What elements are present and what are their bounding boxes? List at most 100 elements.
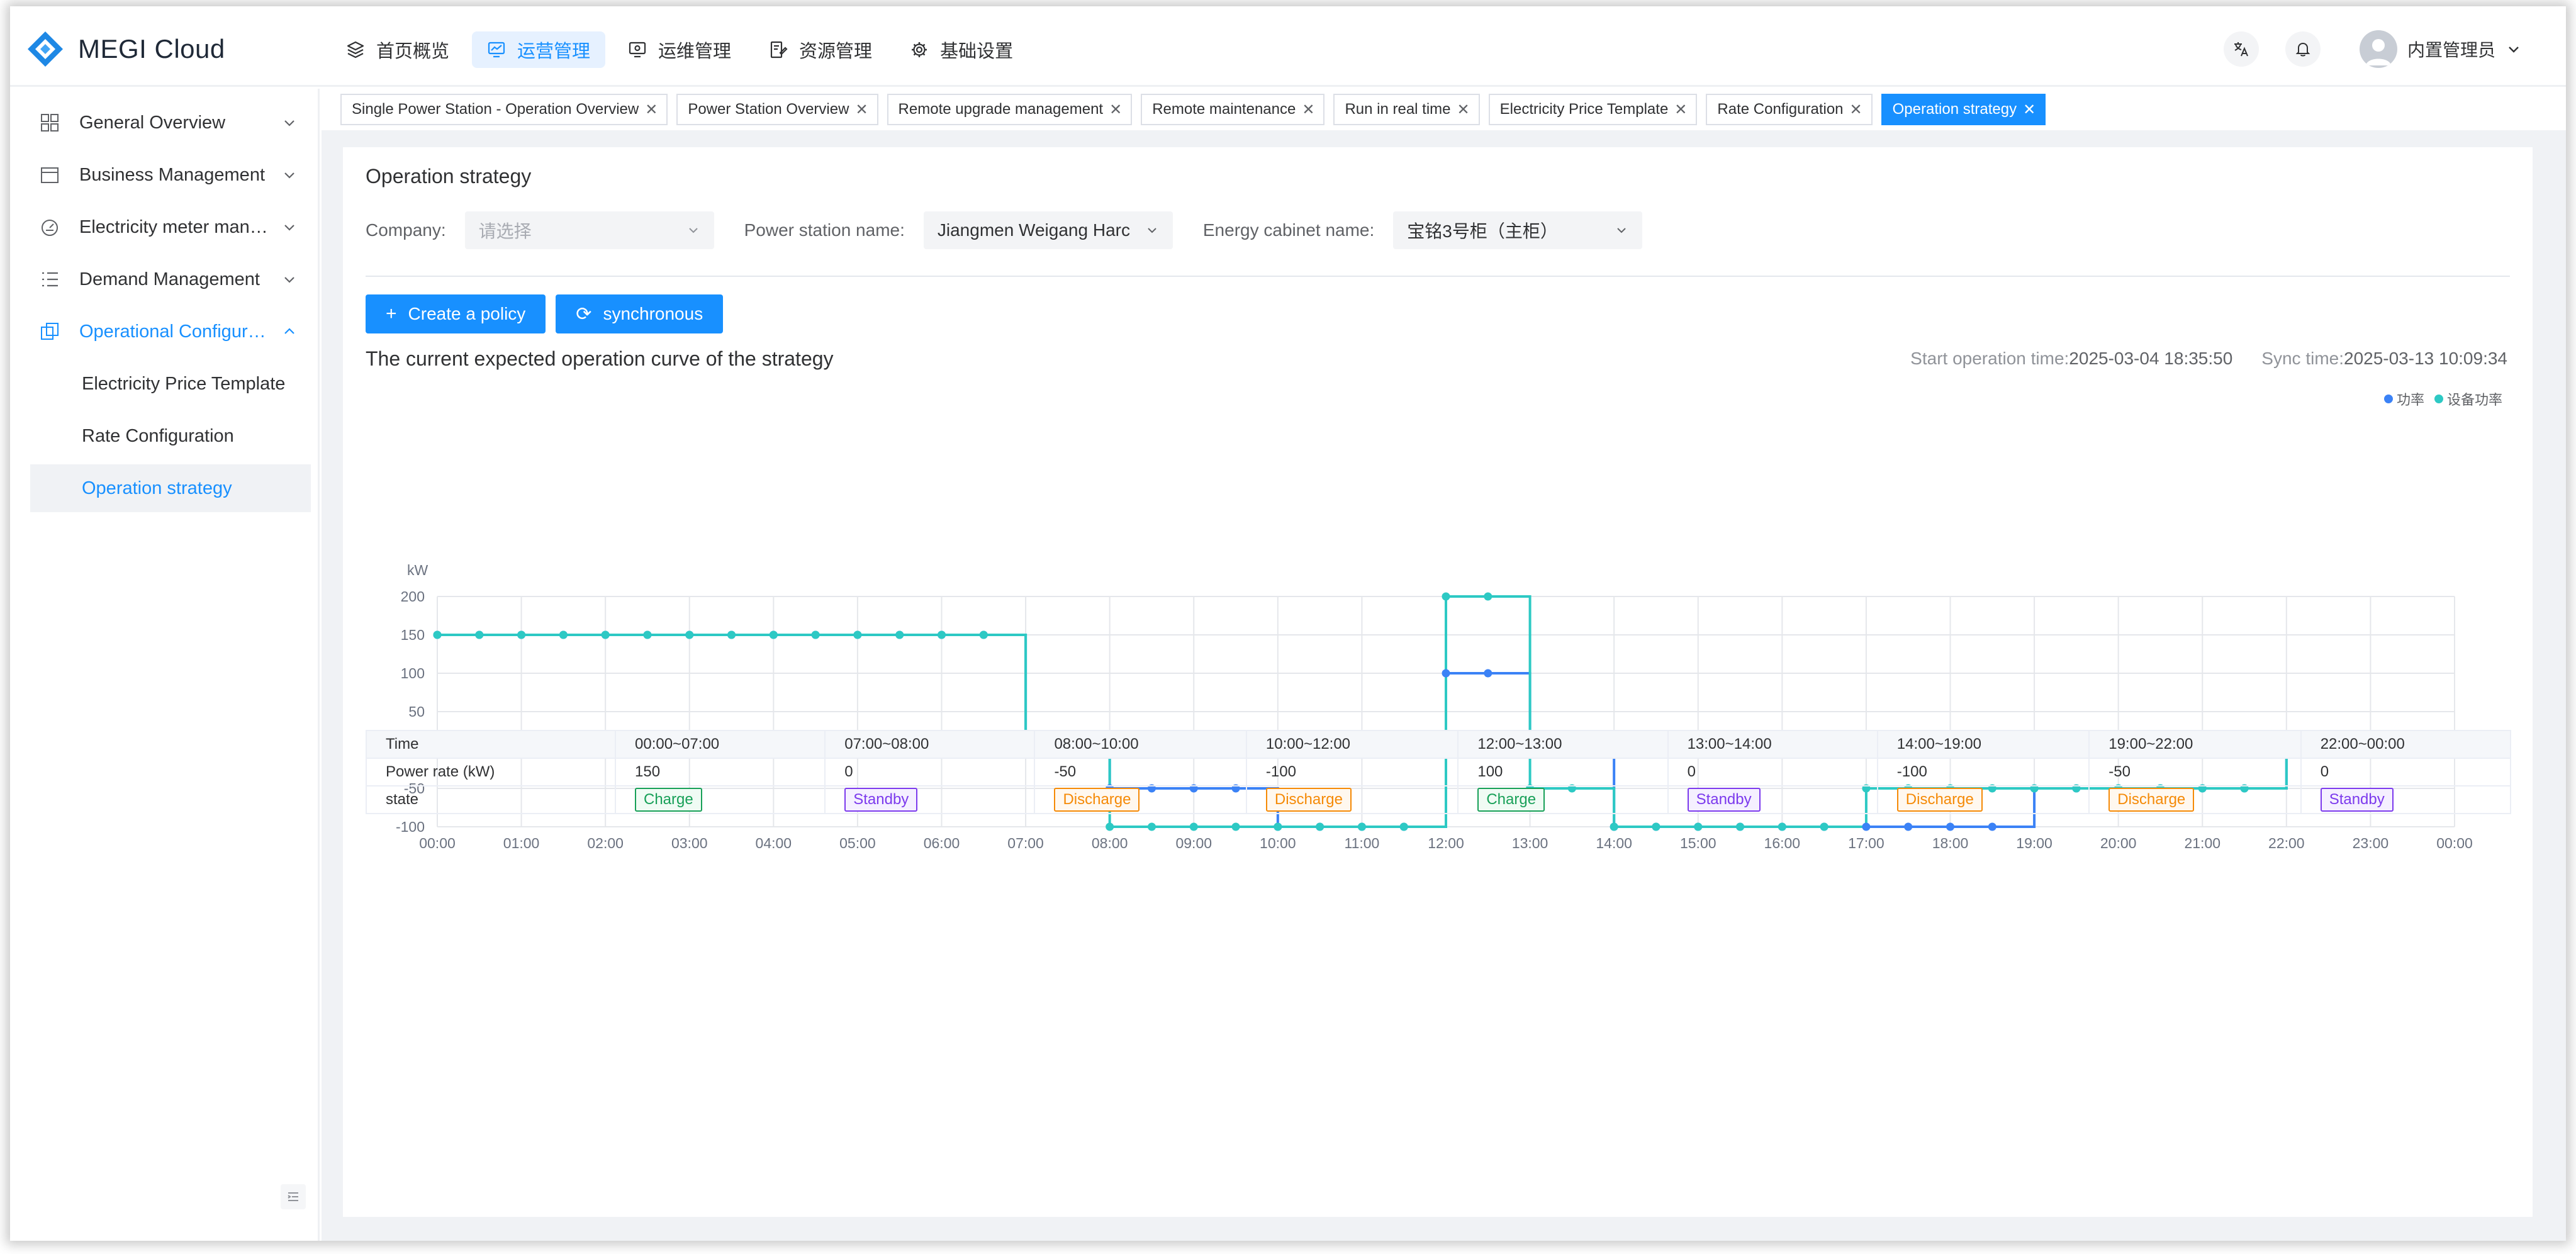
topnav-resources[interactable]: 资源管理 — [754, 31, 887, 68]
chevron-down-icon — [1148, 228, 1156, 233]
status-badge: Discharge — [1896, 788, 1983, 812]
series-2-point — [727, 630, 736, 639]
x-tick-label: 10:00 — [1260, 835, 1296, 851]
topnav-label: 运维管理 — [658, 42, 732, 62]
tab-operation-strategy[interactable]: Operation strategy ✕ — [1881, 94, 2046, 125]
table-cell: Discharge — [2088, 785, 2302, 814]
tab-remote-upgrade[interactable]: Remote upgrade management ✕ — [887, 94, 1133, 125]
avatar[interactable] — [2359, 30, 2397, 68]
user-name[interactable]: 内置管理员 — [2407, 36, 2495, 62]
series-2-point — [1442, 592, 1450, 601]
synchronous-button[interactable]: ⟳ synchronous — [556, 294, 724, 333]
status-badge: Standby — [2320, 788, 2394, 812]
tab-remote-maintenance[interactable]: Remote maintenance ✕ — [1141, 94, 1325, 125]
translate-icon — [2234, 42, 2248, 57]
table-cell: 13:00~14:00 — [1667, 730, 1878, 759]
chevron-down-icon[interactable] — [2506, 41, 2522, 57]
table-row: state Charge Standby Discharge Discharge Char… — [366, 785, 2512, 814]
x-tick-label: 08:00 — [1092, 835, 1128, 851]
tab-rate-configuration[interactable]: Rate Configuration ✕ — [1706, 94, 1873, 125]
topnav-operations[interactable]: 运营管理 — [472, 31, 606, 68]
tab-label: Run in real time — [1345, 101, 1451, 118]
create-policy-button[interactable]: + Create a policy — [366, 294, 546, 333]
cabinet-select[interactable]: 宝铭3号柜（主柜） — [1393, 211, 1643, 249]
sidebar-subitem-label: Electricity Price Template — [82, 373, 286, 394]
status-badge: Discharge — [1054, 788, 1140, 812]
topnav-settings[interactable]: 基础设置 — [895, 31, 1028, 68]
tab-label: Rate Configuration — [1717, 101, 1844, 118]
x-tick-label: 02:00 — [587, 835, 624, 851]
sidebar-item-operational-configuration[interactable]: Operational Configura... — [30, 308, 311, 355]
topnav-maintenance[interactable]: 运维管理 — [613, 31, 746, 68]
tab-electricity-price-template[interactable]: Electricity Price Template ✕ — [1488, 94, 1698, 125]
translate-button[interactable] — [2223, 31, 2259, 67]
x-tick-label: 01:00 — [503, 835, 540, 851]
close-icon[interactable]: ✕ — [1850, 101, 1862, 119]
maintenance-icon — [629, 42, 646, 58]
y-tick-label: 100 — [401, 665, 425, 681]
table-cell: -50 — [1034, 758, 1247, 787]
close-icon[interactable]: ✕ — [855, 101, 868, 119]
chevron-down-icon — [688, 228, 698, 233]
x-tick-label: 13:00 — [1512, 835, 1548, 851]
close-icon[interactable]: ✕ — [1457, 101, 1470, 119]
series-2-point — [1652, 822, 1660, 831]
company-select[interactable]: 请选择 — [464, 211, 714, 249]
x-tick-label: 05:00 — [839, 835, 876, 851]
row-label: state — [366, 785, 616, 814]
app-name: MEGI Cloud — [78, 34, 225, 64]
sidebar-item-electricity-meter[interactable]: Electricity meter mana... — [30, 203, 311, 251]
series-1-point — [1946, 822, 1954, 831]
tab-label: Single Power Station - Operation Overvie… — [352, 101, 639, 118]
close-icon[interactable]: ✕ — [1302, 101, 1314, 119]
station-select[interactable]: Jiangmen Weigang Harc — [923, 211, 1173, 249]
sidebar-collapse-button[interactable] — [281, 1184, 306, 1209]
table-cell: 08:00~10:00 — [1034, 730, 1247, 759]
table-cell: 07:00~08:00 — [824, 730, 1036, 759]
close-icon[interactable]: ✕ — [1674, 101, 1687, 119]
x-tick-label: 00:00 — [419, 835, 456, 851]
tab-power-station-overview[interactable]: Power Station Overview ✕ — [676, 94, 878, 125]
sidebar-item-general-overview[interactable]: General Overview — [30, 99, 311, 147]
x-tick-label: 15:00 — [1680, 835, 1716, 851]
y-tick-label: 150 — [401, 627, 425, 643]
series-2-point — [853, 630, 862, 639]
x-tick-label: 21:00 — [2184, 835, 2220, 851]
app-logo[interactable]: MEGI Cloud — [26, 30, 225, 68]
chevron-down-icon — [284, 120, 294, 126]
chevron-down-icon — [284, 225, 294, 231]
gear-icon — [912, 42, 927, 57]
row-label: Power rate (kW) — [366, 758, 616, 787]
tab-run-in-real-time[interactable]: Run in real time ✕ — [1333, 94, 1480, 125]
tab-strip: Single Power Station - Operation Overvie… — [322, 89, 2566, 130]
sidebar-subitem-electricity-price-template[interactable]: Electricity Price Template — [30, 360, 311, 408]
series-2-point — [1736, 822, 1745, 831]
series-2-point — [685, 630, 694, 639]
sidebar-item-business-management[interactable]: Business Management — [30, 151, 311, 199]
close-icon[interactable]: ✕ — [645, 101, 658, 119]
x-tick-label: 18:00 — [1932, 835, 1969, 851]
table-cell: Charge — [1457, 785, 1669, 814]
series-2-point — [517, 630, 526, 639]
close-icon[interactable]: ✕ — [1109, 101, 1122, 119]
series-2-point — [559, 630, 568, 639]
status-badge: Charge — [635, 788, 702, 812]
table-cell: 0 — [824, 758, 1036, 787]
table-cell: 00:00~07:00 — [614, 730, 826, 759]
x-tick-label: 12:00 — [1428, 835, 1464, 851]
notification-button[interactable] — [2285, 31, 2321, 67]
company-placeholder: 请选择 — [478, 221, 532, 241]
sidebar-subitem-operation-strategy[interactable]: Operation strategy — [30, 464, 311, 512]
table-cell: Discharge — [1245, 785, 1459, 814]
chevron-down-icon — [284, 172, 294, 179]
strategy-table: Time 00:00~07:00 07:00~08:00 08:00~10:00 10:… — [366, 730, 2512, 814]
x-tick-label: 03:00 — [671, 835, 708, 851]
topnav-home[interactable]: 首页概览 — [331, 31, 464, 68]
cabinet-value: 宝铭3号柜（主柜） — [1407, 221, 1558, 241]
series-1-point — [1988, 822, 1996, 831]
sidebar-subitem-rate-configuration[interactable]: Rate Configuration — [30, 412, 311, 460]
series-2-point — [1610, 822, 1618, 831]
close-icon[interactable]: ✕ — [2023, 101, 2036, 119]
tab-single-power-station[interactable]: Single Power Station - Operation Overvie… — [340, 94, 668, 125]
sidebar-item-demand-management[interactable]: Demand Management — [30, 255, 311, 303]
